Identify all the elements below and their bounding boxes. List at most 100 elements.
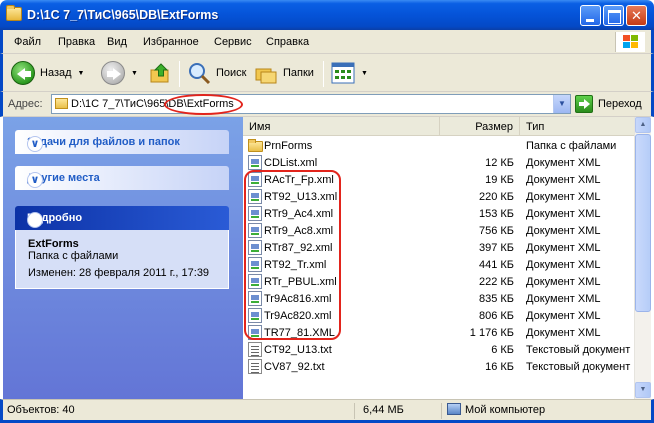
xml-file-icon: [248, 325, 262, 340]
file-name: RTr_PBUL.xml: [264, 276, 337, 288]
status-location: Мой компьютер: [465, 404, 546, 416]
forward-dropdown-icon[interactable]: ▼: [131, 70, 138, 77]
file-row[interactable]: PrnForms Папка с файлами: [243, 137, 634, 154]
folder-icon: [248, 139, 263, 152]
column-type[interactable]: Тип: [520, 117, 634, 136]
up-folder-button[interactable]: [149, 60, 173, 86]
other-places-panel[interactable]: Другие места ∨: [15, 166, 229, 190]
file-row[interactable]: Tr9Ac816.xml 835 КБ Документ XML: [243, 290, 634, 307]
file-row[interactable]: CDList.xml 12 КБ Документ XML: [243, 154, 634, 171]
file-name: RTr9_Ac4.xml: [264, 208, 334, 220]
views-icon: [331, 62, 355, 84]
file-tasks-title: Задачи для файлов и папок: [27, 136, 180, 148]
scroll-up-icon[interactable]: ▲: [635, 117, 651, 133]
vertical-scrollbar[interactable]: ▲ ▼: [634, 117, 651, 399]
text-file-icon: [248, 342, 262, 357]
views-button[interactable]: ▼: [331, 60, 368, 86]
menu-edit[interactable]: Правка: [58, 36, 95, 48]
file-name: TR77_81.XML: [264, 327, 335, 339]
forward-button[interactable]: ▼: [101, 60, 138, 86]
status-objects: Объектов: 40: [7, 404, 75, 416]
menu-tools[interactable]: Сервис: [214, 36, 252, 48]
folder-icon: [6, 5, 22, 21]
xml-file-icon: [248, 172, 262, 187]
file-tasks-header[interactable]: Задачи для файлов и папок ∨: [15, 130, 229, 154]
my-computer-icon: [447, 403, 461, 415]
file-row[interactable]: RT92_Tr.xml 441 КБ Документ XML: [243, 256, 634, 273]
file-size: 806 КБ: [478, 310, 514, 322]
folders-button[interactable]: Папки: [254, 60, 314, 86]
address-bar: Адрес: D:\1C 7_7\ТиС\965\DB\ExtForms ▼ П…: [0, 92, 654, 117]
go-arrow-icon[interactable]: [575, 95, 593, 113]
status-size: 6,44 МБ: [363, 404, 404, 416]
details-panel: Подробно ∧ ExtForms Папка с файлами Изме…: [15, 206, 229, 289]
search-button[interactable]: Поиск: [187, 60, 246, 86]
menu-favorites[interactable]: Избранное: [143, 36, 199, 48]
expand-chevron-icon[interactable]: ∨: [27, 136, 43, 152]
maximize-button[interactable]: [603, 5, 624, 26]
file-row[interactable]: CT92_U13.txt 6 КБ Текстовый документ: [243, 341, 634, 358]
xml-file-icon: [248, 155, 262, 170]
expand-chevron-icon[interactable]: ∨: [27, 172, 43, 188]
search-label: Поиск: [216, 67, 247, 79]
details-header[interactable]: Подробно ∧: [15, 206, 229, 230]
file-size: 397 КБ: [478, 242, 514, 254]
xml-file-icon: [248, 206, 262, 221]
details-name: ExtForms: [28, 238, 79, 250]
file-row[interactable]: Tr9Ac820.xml 806 КБ Документ XML: [243, 307, 634, 324]
other-places-header[interactable]: Другие места ∨: [15, 166, 229, 190]
file-type: Документ XML: [526, 293, 601, 305]
file-name: Tr9Ac816.xml: [264, 293, 332, 305]
file-row[interactable]: RAcTr_Fp.xml 19 КБ Документ XML: [243, 171, 634, 188]
file-row[interactable]: CV87_92.txt 16 КБ Текстовый документ: [243, 358, 634, 375]
file-type: Текстовый документ: [526, 344, 631, 356]
task-pane: Задачи для файлов и папок ∨ Другие места…: [3, 117, 243, 399]
minimize-button[interactable]: [580, 5, 601, 26]
folders-label: Папки: [283, 67, 314, 79]
menu-view[interactable]: Вид: [107, 36, 127, 48]
address-dropdown-icon[interactable]: ▼: [553, 95, 570, 113]
file-list[interactable]: Имя Размер Тип PrnForms Папка с файлами CD…: [243, 117, 634, 399]
xml-file-icon: [248, 291, 262, 306]
file-type: Документ XML: [526, 242, 601, 254]
file-tasks-panel[interactable]: Задачи для файлов и папок ∨: [15, 130, 229, 154]
details-body: ExtForms Папка с файлами Изменен: 28 фев…: [15, 230, 229, 289]
window-title: D:\1C 7_7\ТиС\965\DB\ExtForms: [27, 8, 219, 22]
file-row[interactable]: RTr9_Ac8.xml 756 КБ Документ XML: [243, 222, 634, 239]
menu-help[interactable]: Справка: [266, 36, 309, 48]
go-button-label[interactable]: Переход: [598, 98, 642, 110]
file-row[interactable]: RT92_U13.xml 220 КБ Документ XML: [243, 188, 634, 205]
file-size: 222 КБ: [478, 276, 514, 288]
scroll-thumb[interactable]: [635, 134, 651, 312]
file-row[interactable]: TR77_81.XML 1 176 КБ Документ XML: [243, 324, 634, 341]
menu-file[interactable]: Файл: [14, 36, 41, 48]
file-row[interactable]: RTr_PBUL.xml 222 КБ Документ XML: [243, 273, 634, 290]
back-button[interactable]: Назад ▼: [11, 60, 84, 86]
file-size: 12 КБ: [485, 157, 514, 169]
menu-bar: Файл Правка Вид Избранное Сервис Справка: [0, 30, 654, 54]
file-name: CDList.xml: [264, 157, 318, 169]
file-row[interactable]: RTr9_Ac4.xml 153 КБ Документ XML: [243, 205, 634, 222]
collapse-chevron-icon[interactable]: ∧: [27, 212, 43, 228]
file-type: Текстовый документ: [526, 361, 631, 373]
scroll-down-icon[interactable]: ▼: [635, 382, 651, 398]
address-input[interactable]: D:\1C 7_7\ТиС\965\DB\ExtForms ▼: [51, 94, 571, 114]
file-size: 153 КБ: [478, 208, 514, 220]
column-name[interactable]: Имя: [243, 117, 440, 136]
file-size: 441 КБ: [478, 259, 514, 271]
column-size[interactable]: Размер: [440, 117, 520, 136]
text-file-icon: [248, 359, 262, 374]
file-row[interactable]: RTr87_92.xml 397 КБ Документ XML: [243, 239, 634, 256]
title-bar[interactable]: D:\1C 7_7\ТиС\965\DB\ExtForms: [0, 0, 654, 30]
folders-icon: [255, 68, 277, 84]
file-size: 6 КБ: [491, 344, 514, 356]
back-arrow-icon: [11, 61, 35, 85]
close-button[interactable]: [626, 5, 647, 26]
file-type: Документ XML: [526, 276, 601, 288]
file-name: RAcTr_Fp.xml: [264, 174, 334, 186]
views-dropdown-icon[interactable]: ▼: [361, 70, 368, 77]
xml-file-icon: [248, 189, 262, 204]
back-dropdown-icon[interactable]: ▼: [78, 70, 85, 77]
file-type: Документ XML: [526, 225, 601, 237]
file-size: 220 КБ: [478, 191, 514, 203]
